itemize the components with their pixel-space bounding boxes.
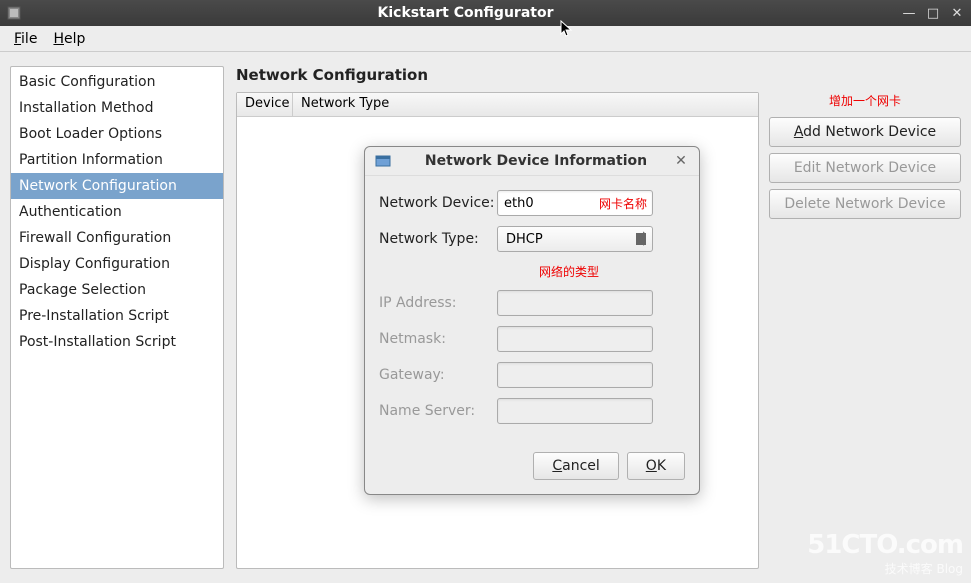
- col-device[interactable]: Device: [237, 93, 293, 116]
- watermark-sub: 技术博客 Blog: [807, 560, 963, 577]
- edit-network-device-button: Edit Network Device: [769, 153, 961, 183]
- network-type-select[interactable]: DHCP ▴▾: [497, 226, 653, 252]
- window-titlebar: Kickstart Configurator — □ ✕: [0, 0, 971, 26]
- dialog-close-button[interactable]: ✕: [673, 153, 689, 169]
- page-title: Network Configuration: [236, 66, 961, 84]
- nameserver-input: [497, 398, 653, 424]
- delete-network-device-button: Delete Network Device: [769, 189, 961, 219]
- sidebar-item-boot-loader[interactable]: Boot Loader Options: [11, 121, 223, 147]
- table-header: Device Network Type: [237, 93, 758, 117]
- menu-help-rest: elp: [64, 31, 85, 47]
- nameserver-label: Name Server:: [379, 403, 497, 419]
- chevron-updown-icon: ▴▾: [641, 229, 646, 249]
- type-label: Network Type:: [379, 231, 497, 247]
- gateway-label: Gateway:: [379, 367, 497, 383]
- sidebar-item-display[interactable]: Display Configuration: [11, 251, 223, 277]
- ok-button[interactable]: OK: [627, 452, 685, 480]
- dialog-title: Network Device Information: [399, 153, 673, 169]
- sidebar-item-basic[interactable]: Basic Configuration: [11, 69, 223, 95]
- sidebar: Basic Configuration Installation Method …: [10, 66, 224, 569]
- device-label: Network Device:: [379, 195, 497, 211]
- sidebar-item-pre-script[interactable]: Pre-Installation Script: [11, 303, 223, 329]
- maximize-button[interactable]: □: [925, 5, 941, 21]
- sidebar-item-auth[interactable]: Authentication: [11, 199, 223, 225]
- ip-label: IP Address:: [379, 295, 497, 311]
- network-type-value: DHCP: [506, 232, 543, 247]
- menubar: File Help: [0, 26, 971, 52]
- ip-input: [497, 290, 653, 316]
- netmask-input: [497, 326, 653, 352]
- sidebar-item-network[interactable]: Network Configuration: [11, 173, 223, 199]
- watermark: 51CTO.com 技术博客 Blog: [807, 530, 963, 577]
- annotation-device: 网卡名称: [599, 195, 647, 212]
- sidebar-item-firewall[interactable]: Firewall Configuration: [11, 225, 223, 251]
- app-icon: [6, 5, 22, 21]
- close-button[interactable]: ✕: [949, 5, 965, 21]
- menu-file-rest: ile: [21, 31, 37, 47]
- menu-help[interactable]: Help: [45, 28, 93, 50]
- minimize-button[interactable]: —: [901, 5, 917, 21]
- cancel-button[interactable]: Cancel: [533, 452, 618, 480]
- network-device-dialog: Network Device Information ✕ Network Dev…: [364, 146, 700, 495]
- sidebar-item-packages[interactable]: Package Selection: [11, 277, 223, 303]
- menu-file[interactable]: File: [6, 28, 45, 50]
- window-icon: [375, 153, 391, 169]
- col-network-type[interactable]: Network Type: [293, 93, 758, 116]
- sidebar-item-post-script[interactable]: Post-Installation Script: [11, 329, 223, 355]
- watermark-main: 51CTO.com: [807, 530, 963, 560]
- netmask-label: Netmask:: [379, 331, 497, 347]
- sidebar-item-partition[interactable]: Partition Information: [11, 147, 223, 173]
- add-network-device-button[interactable]: Add Network Device: [769, 117, 961, 147]
- sidebar-item-install-method[interactable]: Installation Method: [11, 95, 223, 121]
- gateway-input: [497, 362, 653, 388]
- window-title: Kickstart Configurator: [30, 5, 901, 21]
- annotation-add: 增加一个网卡: [769, 92, 961, 109]
- annotation-type: 网络的类型: [539, 263, 599, 280]
